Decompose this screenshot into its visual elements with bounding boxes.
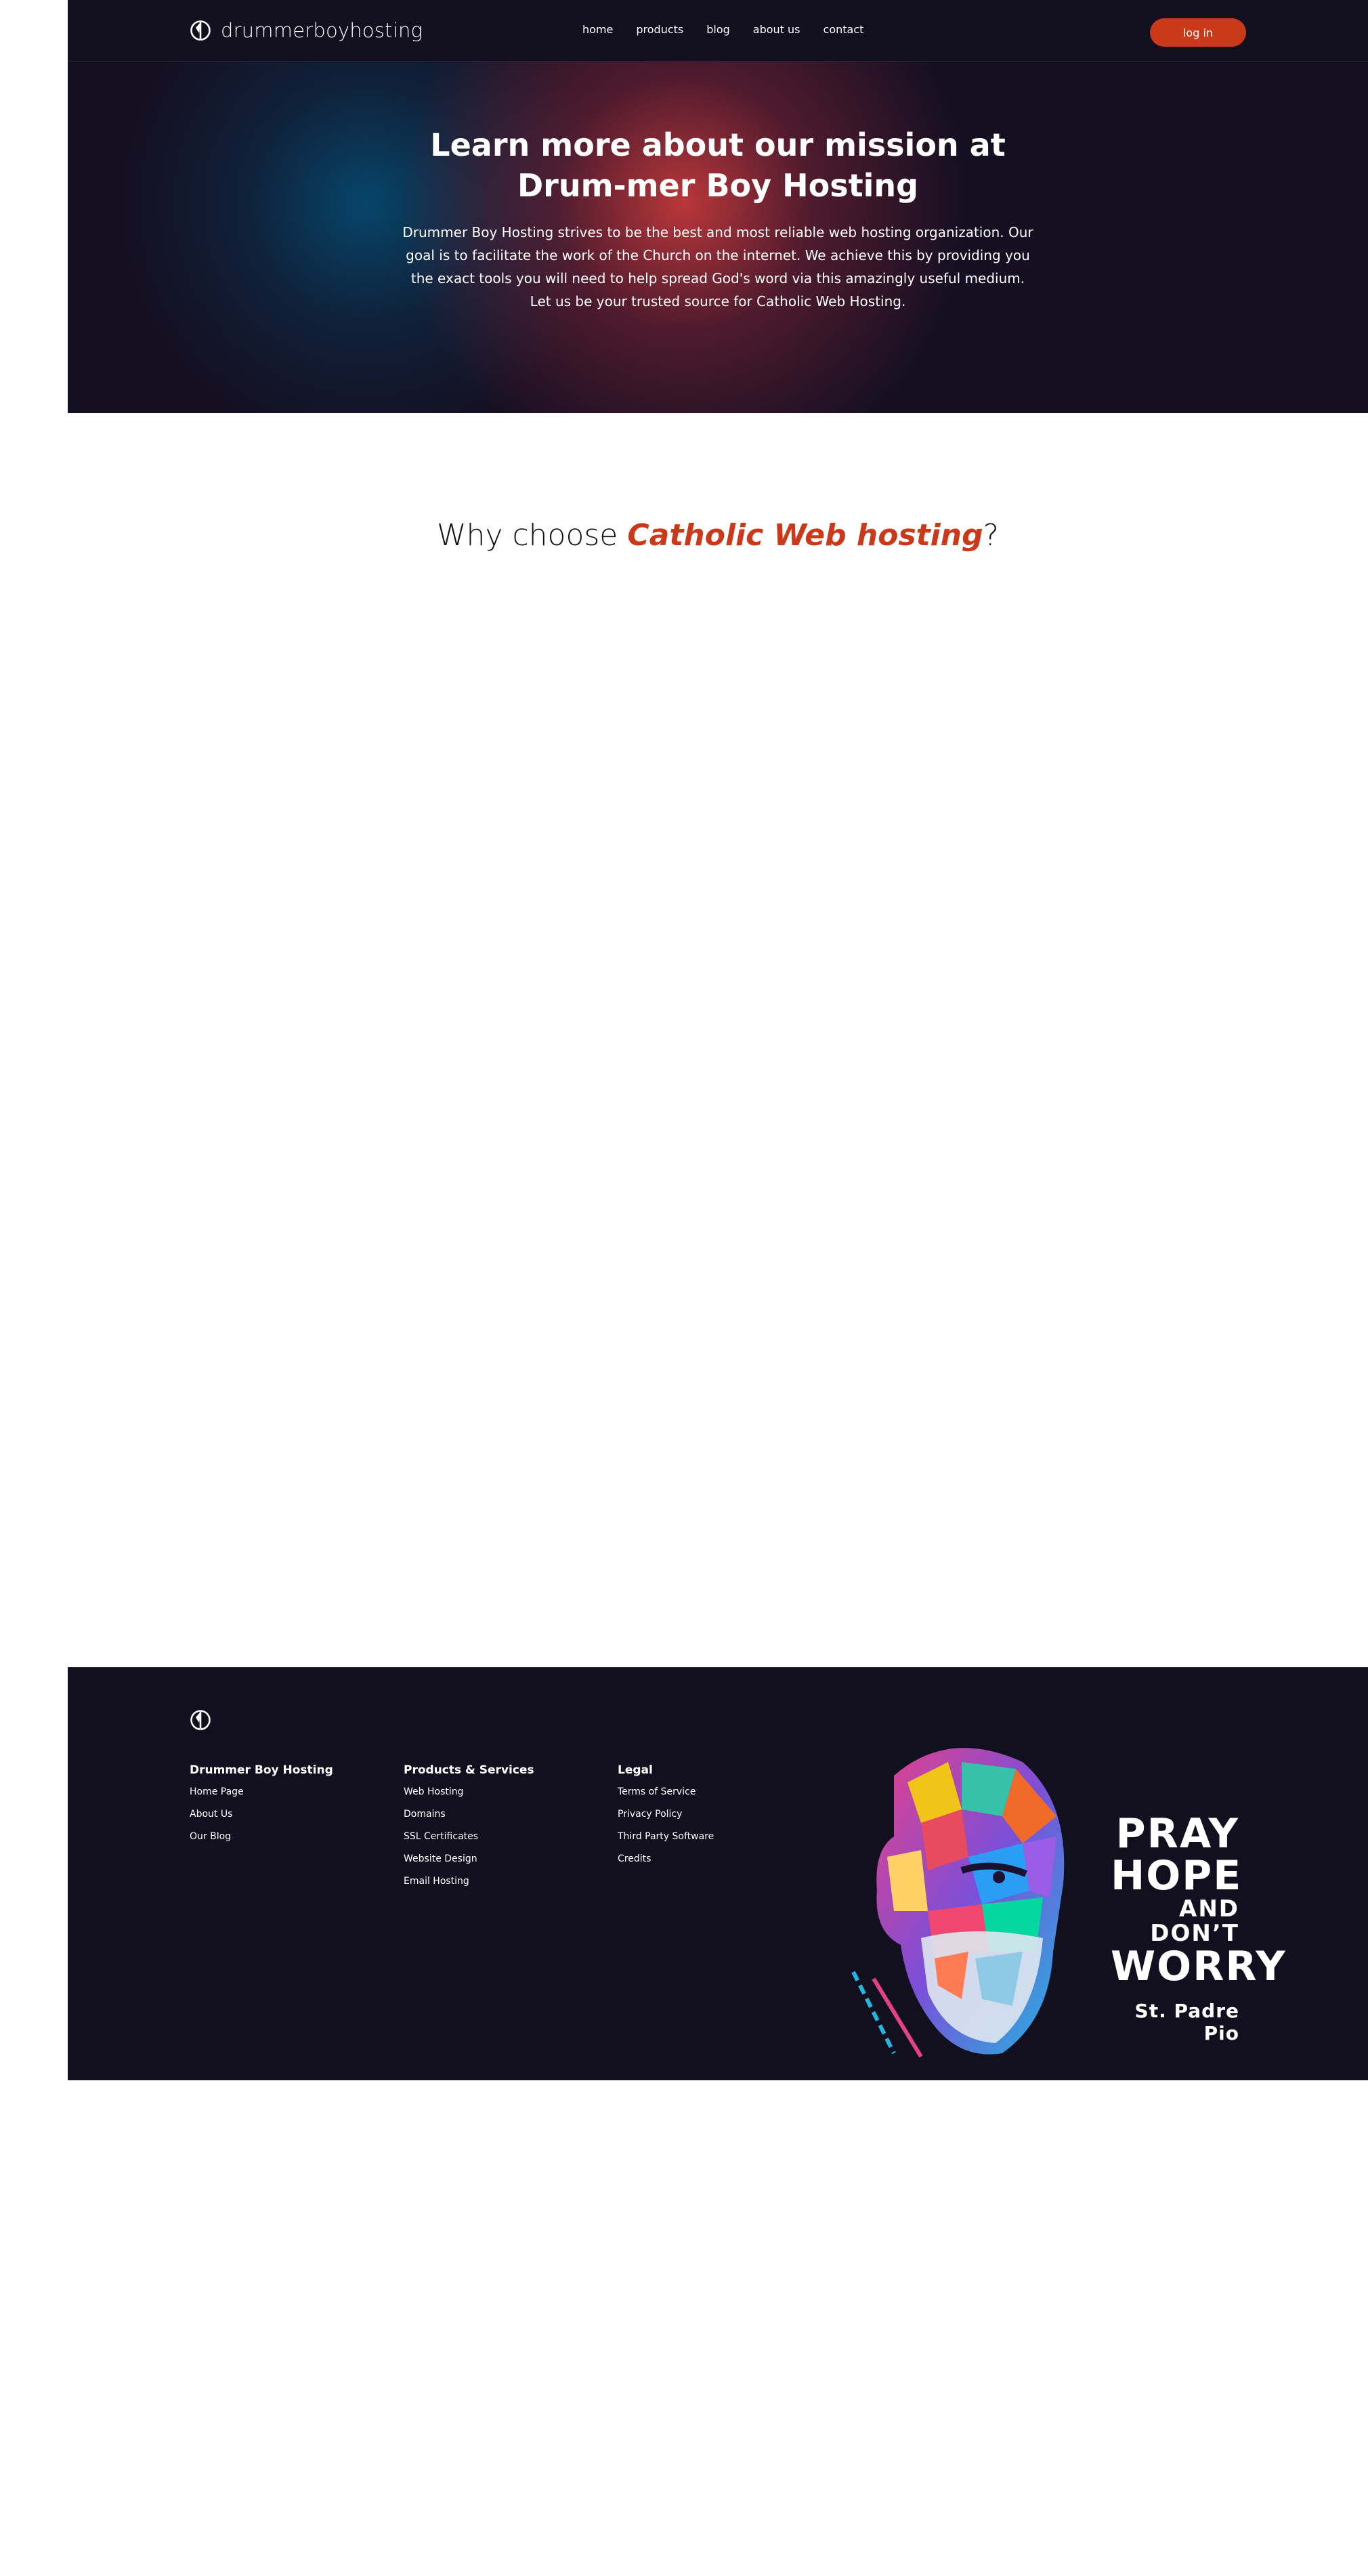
footer-column-company: Drummer Boy Hosting Home Page About Us O… [190, 1763, 333, 1853]
why-heading: Why choose Catholic Web hosting? [68, 518, 1368, 553]
padre-pio-portrait [851, 1748, 1065, 2058]
footer-column-title: Drummer Boy Hosting [190, 1763, 333, 1777]
hero-section: Learn more about our mission at Drum-mer… [68, 0, 1368, 413]
footer-link-domains[interactable]: Domains [404, 1809, 534, 1820]
footer-link-credits[interactable]: Credits [618, 1853, 714, 1864]
nav-link-about-us[interactable]: about us [753, 23, 800, 36]
footer-column-products: Products & Services Web Hosting Domains … [404, 1763, 534, 1898]
drum-logo-icon[interactable] [190, 1709, 211, 1731]
site-footer: Drummer Boy Hosting Home Page About Us O… [68, 1667, 1368, 2080]
footer-link-about-us[interactable]: About Us [190, 1809, 333, 1820]
footer-link-website-design[interactable]: Website Design [404, 1853, 534, 1864]
footer-link-our-blog[interactable]: Our Blog [190, 1831, 333, 1842]
brand-name: drummerboyhosting [221, 19, 423, 42]
why-suffix: ? [983, 517, 999, 553]
nav-links: home products blog about us contact [582, 19, 863, 39]
why-prefix: Why choose [437, 517, 618, 553]
footer-link-email-hosting[interactable]: Email Hosting [404, 1876, 534, 1887]
promo-line-worry: WORRY [1111, 1943, 1287, 1990]
brand-link[interactable]: drummerboyhosting [190, 18, 423, 43]
promo-line-hope: HOPE [1111, 1852, 1243, 1899]
footer-column-legal: Legal Terms of Service Privacy Policy Th… [618, 1763, 714, 1876]
padre-pio-promo: PRAY HOPE AND DON’T WORRY St. Padre Pio [847, 1735, 1321, 2067]
footer-column-title: Products & Services [404, 1763, 534, 1777]
promo-signature: St. Padre Pio [1134, 2000, 1239, 2044]
why-accent: Catholic Web hosting [627, 517, 983, 553]
promo-line-and-dont: AND DON’T [1150, 1895, 1239, 1947]
drum-logo-icon [190, 20, 211, 41]
top-navigation: drummerboyhosting home products blog abo… [68, 0, 1368, 62]
footer-link-ssl-certificates[interactable]: SSL Certificates [404, 1831, 534, 1842]
footer-column-title: Legal [618, 1763, 653, 1777]
nav-link-home[interactable]: home [582, 23, 613, 36]
login-button[interactable]: log in [1150, 18, 1246, 47]
nav-link-contact[interactable]: contact [824, 23, 864, 36]
footer-link-terms-of-service[interactable]: Terms of Service [618, 1786, 714, 1797]
footer-link-home-page[interactable]: Home Page [190, 1786, 333, 1797]
hero-title: Learn more about our mission at Drum-mer… [430, 127, 1006, 204]
promo-line-pray: PRAY [1115, 1810, 1239, 1858]
nav-link-products[interactable]: products [636, 23, 683, 36]
footer-link-privacy-policy[interactable]: Privacy Policy [618, 1809, 714, 1820]
nav-link-blog[interactable]: blog [706, 23, 730, 36]
hero-text: Drummer Boy Hosting strives to be the be… [402, 224, 1033, 309]
promo-quote: PRAY HOPE AND DON’T WORRY St. Padre Pio [1111, 1810, 1287, 2044]
footer-link-third-party-software[interactable]: Third Party Software [618, 1831, 714, 1842]
footer-link-web-hosting[interactable]: Web Hosting [404, 1786, 534, 1797]
